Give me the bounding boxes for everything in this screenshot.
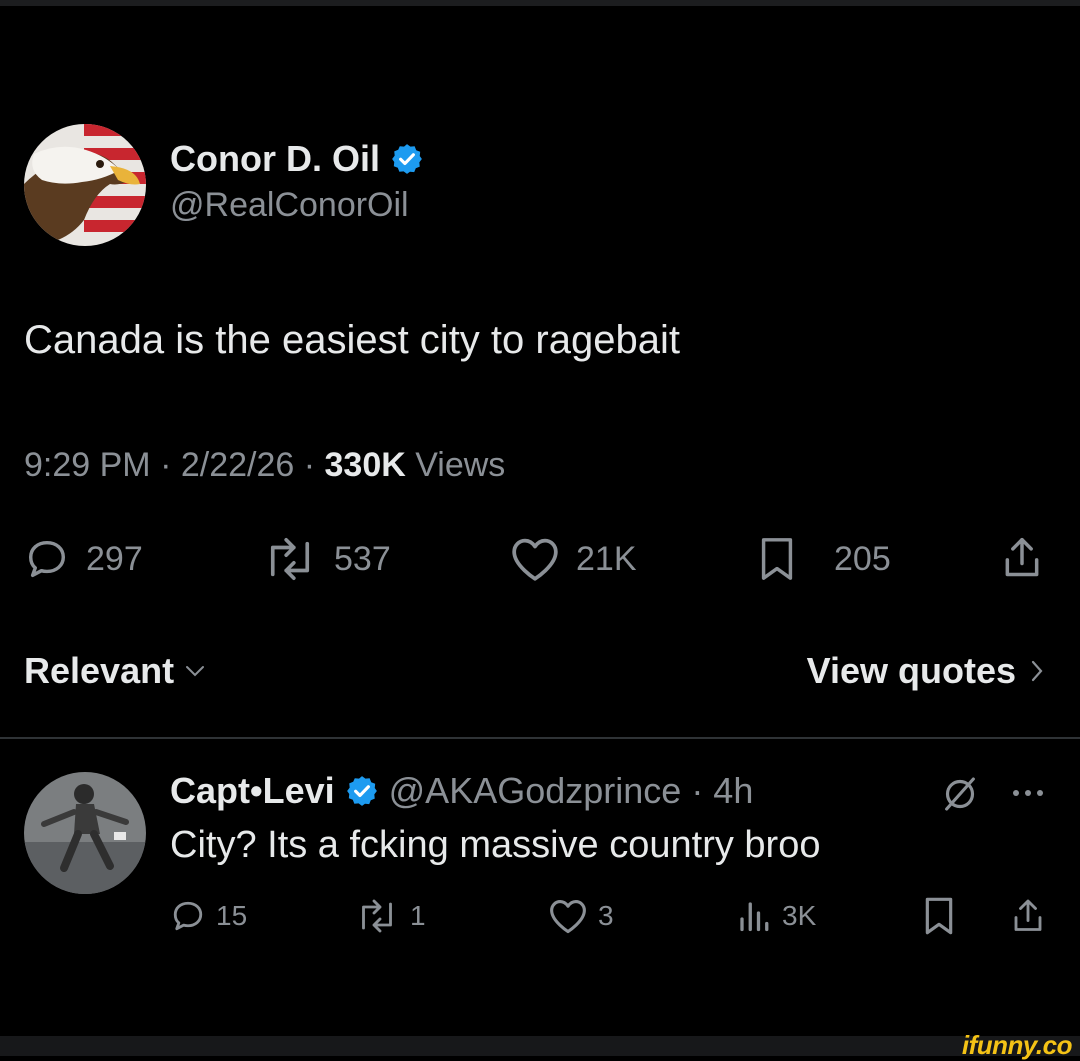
section-divider xyxy=(0,737,1080,739)
reply-author-avatar[interactable] xyxy=(24,772,146,894)
reply-icon xyxy=(173,901,203,931)
reply-repost-button[interactable]: 1 xyxy=(354,898,426,934)
reply-author-name[interactable]: Capt•Levi xyxy=(170,770,335,812)
bookmark-count: 205 xyxy=(834,539,891,578)
reply-like-count: 3 xyxy=(598,900,614,931)
analytics-bars-icon xyxy=(740,902,769,932)
verified-badge-icon xyxy=(346,776,377,806)
chevron-right-icon xyxy=(1031,660,1043,682)
share-icon xyxy=(1005,537,1039,577)
heart-icon xyxy=(512,538,558,581)
sort-label: Relevant xyxy=(24,650,175,691)
verified-badge-icon xyxy=(392,144,422,174)
reply-reply-button[interactable]: 15 xyxy=(170,898,247,934)
heart-icon xyxy=(550,900,586,934)
reply-count: 297 xyxy=(86,539,143,578)
repost-icon xyxy=(362,899,392,933)
reply-icon xyxy=(28,540,66,578)
watermark-logo: ifunny.co xyxy=(961,1030,1073,1060)
share-icon xyxy=(1014,899,1042,931)
view-quotes-link[interactable]: View quotes xyxy=(807,650,1044,692)
reply-like-button[interactable]: 3 xyxy=(548,898,614,934)
reply-button[interactable]: 297 xyxy=(24,536,143,582)
view-quotes-label: View quotes xyxy=(806,650,1016,691)
more-options-button[interactable] xyxy=(1008,778,1048,813)
repost-count: 537 xyxy=(334,539,391,578)
reply-text: City? Its a fcking massive country broo xyxy=(170,824,821,866)
reply-views-count: 3K xyxy=(782,900,817,931)
replies-sort-dropdown[interactable]: Relevant xyxy=(24,650,206,692)
reply-views-button[interactable]: 3K xyxy=(736,898,816,934)
bookmark-icon xyxy=(761,538,793,580)
repost-button[interactable]: 537 xyxy=(262,536,391,582)
slashed-circle-icon xyxy=(945,777,975,811)
reply-bookmark-button[interactable] xyxy=(922,896,956,936)
like-count: 21K xyxy=(576,539,637,578)
reply-reply-count: 15 xyxy=(216,900,248,931)
tweet-timestamp[interactable]: 9:29 PM · 2/22/26 · xyxy=(24,446,325,484)
views-label: Views xyxy=(405,446,506,484)
repost-icon xyxy=(270,538,310,580)
author-name[interactable]: Conor D. Oil xyxy=(170,138,380,180)
author-handle[interactable]: @RealConorOil xyxy=(170,186,409,225)
top-edge xyxy=(0,0,1080,6)
bookmark-button[interactable]: 205 xyxy=(756,536,891,582)
author-avatar[interactable] xyxy=(24,124,146,246)
reply-repost-count: 1 xyxy=(410,900,426,931)
reply-author-handle[interactable]: @AKAGodzprince · 4h xyxy=(389,770,754,812)
share-button[interactable] xyxy=(1000,534,1044,582)
bookmark-icon xyxy=(925,897,953,935)
bottom-strip xyxy=(0,1036,1080,1056)
grok-button[interactable] xyxy=(940,774,980,819)
reply-share-button[interactable] xyxy=(1010,896,1046,936)
tweet-text: Canada is the easiest city to ragebait xyxy=(24,318,680,362)
tweet-meta: 9:29 PM · 2/22/26 · 330K Views xyxy=(24,446,505,485)
chevron-down-icon xyxy=(186,666,205,677)
views-count: 330K xyxy=(324,446,406,484)
more-dots-icon xyxy=(1013,790,1043,796)
bald-eagle-flag-avatar-icon xyxy=(24,124,146,246)
like-button[interactable]: 21K xyxy=(510,536,637,582)
reply-avatar-photo-icon xyxy=(24,772,146,894)
